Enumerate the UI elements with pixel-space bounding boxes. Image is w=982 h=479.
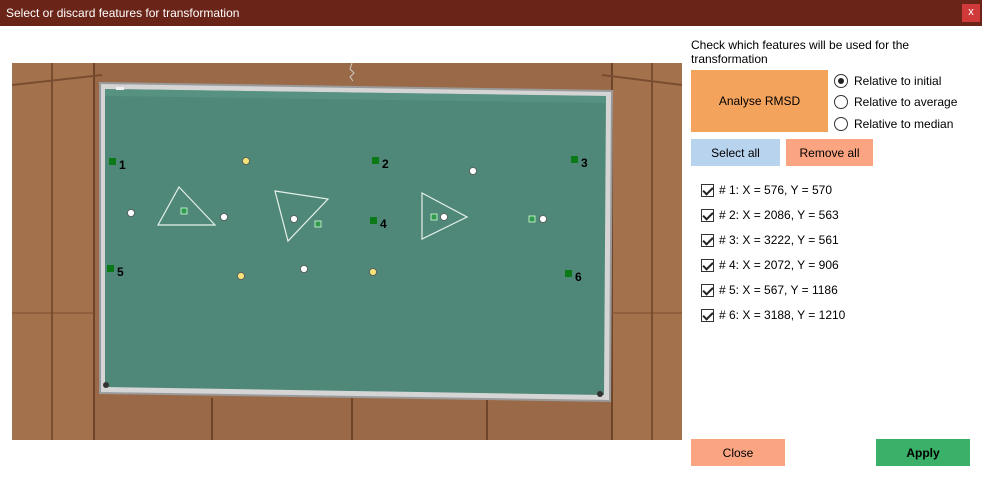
feature-label: # 1: X = 576, Y = 570: [719, 183, 832, 197]
feature-marker-label: 5: [117, 265, 124, 279]
feature-item-3[interactable]: # 3: X = 3222, Y = 561: [701, 231, 839, 249]
apply-button[interactable]: Apply: [876, 439, 970, 466]
feature-item-5[interactable]: # 5: X = 567, Y = 1186: [701, 281, 838, 299]
checkbox-icon[interactable]: [701, 283, 714, 297]
checkbox-icon[interactable]: [701, 183, 714, 197]
radio-label: Relative to initial: [854, 74, 942, 88]
window-title: Select or discard features for transform…: [6, 6, 240, 20]
feature-marker-label: 2: [382, 157, 389, 171]
radio-relative-median[interactable]: Relative to median: [834, 115, 953, 133]
chalkboard: [105, 89, 606, 395]
feature-item-4[interactable]: # 4: X = 2072, Y = 906: [701, 256, 839, 274]
feature-item-1[interactable]: # 1: X = 576, Y = 570: [701, 181, 832, 199]
feature-item-2[interactable]: # 2: X = 2086, Y = 563: [701, 206, 839, 224]
close-icon[interactable]: x: [962, 4, 980, 22]
analyse-rmsd-button[interactable]: Analyse RMSD: [691, 70, 828, 132]
feature-label: # 6: X = 3188, Y = 1210: [719, 308, 846, 322]
feature-marker-label: 4: [380, 217, 387, 231]
feature-label: # 4: X = 2072, Y = 906: [719, 258, 839, 272]
feature-label: # 3: X = 3222, Y = 561: [719, 233, 839, 247]
radio-label: Relative to median: [854, 117, 954, 131]
radio-relative-average[interactable]: Relative to average: [834, 93, 957, 111]
feature-item-6[interactable]: # 6: X = 3188, Y = 1210: [701, 306, 845, 324]
feature-marker-label: 1: [119, 158, 126, 172]
feature-label: # 5: X = 567, Y = 1186: [719, 283, 838, 297]
title-bar: Select or discard features for transform…: [0, 0, 982, 26]
checkbox-icon[interactable]: [701, 208, 714, 222]
feature-label: # 2: X = 2086, Y = 563: [719, 208, 839, 222]
radio-icon: [834, 95, 848, 109]
radio-relative-initial[interactable]: Relative to initial: [834, 72, 941, 90]
checkbox-icon[interactable]: [701, 308, 714, 322]
panel-heading: Check which features will be used for th…: [691, 38, 910, 66]
radio-label: Relative to average: [854, 95, 958, 109]
board-image[interactable]: 1 2 3 4 5 6: [12, 63, 682, 440]
radio-icon: [834, 117, 848, 131]
checkbox-icon[interactable]: [701, 258, 714, 272]
select-all-button[interactable]: Select all: [691, 139, 780, 166]
close-button[interactable]: Close: [691, 439, 785, 466]
radio-icon: [834, 74, 848, 88]
checkbox-icon[interactable]: [701, 233, 714, 247]
feature-marker-label: 6: [575, 270, 582, 284]
feature-marker-label: 3: [581, 156, 588, 170]
remove-all-button[interactable]: Remove all: [786, 139, 873, 166]
